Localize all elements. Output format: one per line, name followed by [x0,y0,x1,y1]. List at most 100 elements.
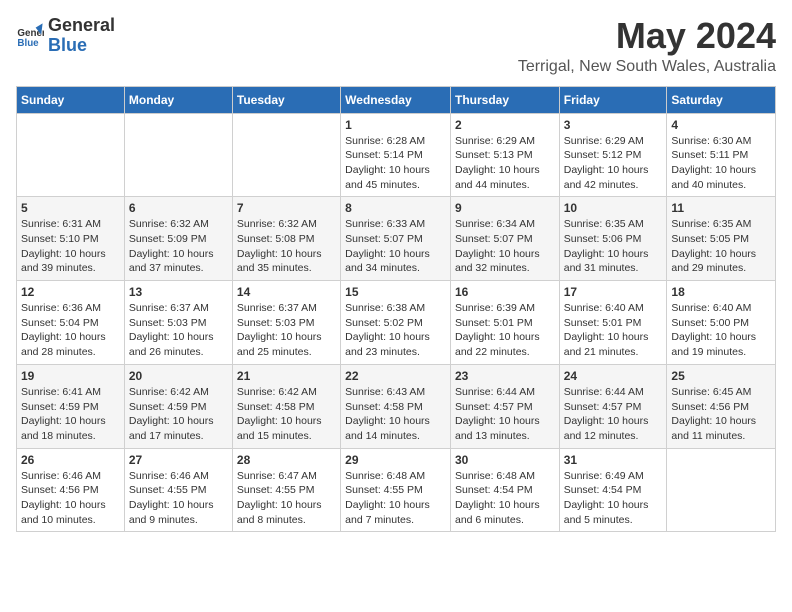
day-cell: 28 Sunrise: 6:47 AMSunset: 4:55 PMDayligh… [232,448,340,532]
day-detail: Sunrise: 6:40 AMSunset: 5:01 PMDaylight:… [564,301,663,360]
main-title: May 2024 [518,16,776,56]
calendar-table: SundayMondayTuesdayWednesdayThursdayFrid… [16,86,776,533]
day-number: 15 [345,285,446,299]
day-detail: Sunrise: 6:46 AMSunset: 4:56 PMDaylight:… [21,469,120,528]
day-cell: 20 Sunrise: 6:42 AMSunset: 4:59 PMDayligh… [124,364,232,448]
day-cell: 19 Sunrise: 6:41 AMSunset: 4:59 PMDayligh… [17,364,125,448]
day-cell: 18 Sunrise: 6:40 AMSunset: 5:00 PMDayligh… [667,281,776,365]
day-cell: 11Sunrise: 6:35 AMSunset: 5:05 PMDayligh… [667,197,776,281]
day-detail: Sunrise: 6:38 AMSunset: 5:02 PMDaylight:… [345,301,446,360]
day-number: 6 [129,201,228,215]
day-detail: Sunrise: 6:34 AMSunset: 5:07 PMDaylight:… [455,217,555,276]
day-number: 1 [345,118,446,132]
day-detail: Sunrise: 6:46 AMSunset: 4:55 PMDaylight:… [129,469,228,528]
day-cell: 25 Sunrise: 6:45 AMSunset: 4:56 PMDayligh… [667,364,776,448]
day-detail: Sunrise: 6:39 AMSunset: 5:01 PMDaylight:… [455,301,555,360]
day-detail: Sunrise: 6:28 AMSunset: 5:14 PMDaylight:… [345,134,446,193]
day-cell: 5 Sunrise: 6:31 AMSunset: 5:10 PMDaylight… [17,197,125,281]
header-row: SundayMondayTuesdayWednesdayThursdayFrid… [17,86,776,113]
day-detail: Sunrise: 6:49 AMSunset: 4:54 PMDaylight:… [564,469,663,528]
day-detail: Sunrise: 6:37 AMSunset: 5:03 PMDaylight:… [129,301,228,360]
header-col-sunday: Sunday [17,86,125,113]
day-cell: 29 Sunrise: 6:48 AMSunset: 4:55 PMDayligh… [341,448,451,532]
day-cell: 9Sunrise: 6:34 AMSunset: 5:07 PMDaylight… [450,197,559,281]
day-cell: 26 Sunrise: 6:46 AMSunset: 4:56 PMDayligh… [17,448,125,532]
day-number: 17 [564,285,663,299]
day-detail: Sunrise: 6:47 AMSunset: 4:55 PMDaylight:… [237,469,336,528]
day-number: 29 [345,453,446,467]
subtitle: Terrigal, New South Wales, Australia [518,58,776,76]
day-cell: 23 Sunrise: 6:44 AMSunset: 4:57 PMDayligh… [450,364,559,448]
day-number: 24 [564,369,663,383]
logo: General Blue General Blue [16,16,115,56]
day-detail: Sunrise: 6:40 AMSunset: 5:00 PMDaylight:… [671,301,771,360]
week-row-4: 19 Sunrise: 6:41 AMSunset: 4:59 PMDayligh… [17,364,776,448]
day-number: 18 [671,285,771,299]
day-detail: Sunrise: 6:43 AMSunset: 4:58 PMDaylight:… [345,385,446,444]
day-cell: 2Sunrise: 6:29 AMSunset: 5:13 PMDaylight… [450,113,559,197]
day-number: 5 [21,201,120,215]
day-number: 13 [129,285,228,299]
day-detail: Sunrise: 6:45 AMSunset: 4:56 PMDaylight:… [671,385,771,444]
header-col-thursday: Thursday [450,86,559,113]
day-number: 14 [237,285,336,299]
day-number: 11 [671,201,771,215]
day-number: 7 [237,201,336,215]
day-cell: 3Sunrise: 6:29 AMSunset: 5:12 PMDaylight… [559,113,667,197]
svg-text:Blue: Blue [17,38,39,49]
day-cell: 13 Sunrise: 6:37 AMSunset: 5:03 PMDayligh… [124,281,232,365]
day-detail: Sunrise: 6:41 AMSunset: 4:59 PMDaylight:… [21,385,120,444]
calendar-body: 1 Sunrise: 6:28 AMSunset: 5:14 PMDaylight… [17,113,776,532]
day-number: 10 [564,201,663,215]
day-number: 28 [237,453,336,467]
page-header: General Blue General Blue May 2024 Terri… [16,16,776,76]
title-section: May 2024 Terrigal, New South Wales, Aust… [518,16,776,76]
day-number: 8 [345,201,446,215]
week-row-3: 12Sunrise: 6:36 AMSunset: 5:04 PMDayligh… [17,281,776,365]
day-number: 16 [455,285,555,299]
logo-general-text: General [48,16,115,36]
day-cell: 7 Sunrise: 6:32 AMSunset: 5:08 PMDaylight… [232,197,340,281]
day-detail: Sunrise: 6:48 AMSunset: 4:55 PMDaylight:… [345,469,446,528]
day-cell [232,113,340,197]
day-cell: 14 Sunrise: 6:37 AMSunset: 5:03 PMDayligh… [232,281,340,365]
day-cell: 8 Sunrise: 6:33 AMSunset: 5:07 PMDaylight… [341,197,451,281]
day-detail: Sunrise: 6:31 AMSunset: 5:10 PMDaylight:… [21,217,120,276]
day-cell: 21 Sunrise: 6:42 AMSunset: 4:58 PMDayligh… [232,364,340,448]
day-detail: Sunrise: 6:37 AMSunset: 5:03 PMDaylight:… [237,301,336,360]
day-number: 30 [455,453,555,467]
day-number: 23 [455,369,555,383]
day-cell: 4Sunrise: 6:30 AMSunset: 5:11 PMDaylight… [667,113,776,197]
header-col-wednesday: Wednesday [341,86,451,113]
day-cell [17,113,125,197]
header-col-saturday: Saturday [667,86,776,113]
day-detail: Sunrise: 6:33 AMSunset: 5:07 PMDaylight:… [345,217,446,276]
day-number: 19 [21,369,120,383]
day-detail: Sunrise: 6:44 AMSunset: 4:57 PMDaylight:… [455,385,555,444]
week-row-2: 5 Sunrise: 6:31 AMSunset: 5:10 PMDaylight… [17,197,776,281]
header-col-monday: Monday [124,86,232,113]
day-detail: Sunrise: 6:42 AMSunset: 4:59 PMDaylight:… [129,385,228,444]
logo-icon: General Blue [16,22,44,50]
day-cell [667,448,776,532]
day-detail: Sunrise: 6:42 AMSunset: 4:58 PMDaylight:… [237,385,336,444]
day-cell: 12Sunrise: 6:36 AMSunset: 5:04 PMDayligh… [17,281,125,365]
day-cell: 27Sunrise: 6:46 AMSunset: 4:55 PMDayligh… [124,448,232,532]
day-cell: 30Sunrise: 6:48 AMSunset: 4:54 PMDayligh… [450,448,559,532]
day-detail: Sunrise: 6:29 AMSunset: 5:13 PMDaylight:… [455,134,555,193]
day-number: 12 [21,285,120,299]
day-cell: 31 Sunrise: 6:49 AMSunset: 4:54 PMDayligh… [559,448,667,532]
logo-blue-text: Blue [48,36,115,56]
day-number: 26 [21,453,120,467]
calendar-header: SundayMondayTuesdayWednesdayThursdayFrid… [17,86,776,113]
day-number: 21 [237,369,336,383]
day-detail: Sunrise: 6:32 AMSunset: 5:08 PMDaylight:… [237,217,336,276]
day-cell: 6Sunrise: 6:32 AMSunset: 5:09 PMDaylight… [124,197,232,281]
header-col-friday: Friday [559,86,667,113]
day-number: 20 [129,369,228,383]
day-number: 25 [671,369,771,383]
day-cell: 22Sunrise: 6:43 AMSunset: 4:58 PMDayligh… [341,364,451,448]
day-number: 31 [564,453,663,467]
day-cell: 16 Sunrise: 6:39 AMSunset: 5:01 PMDayligh… [450,281,559,365]
day-cell: 10Sunrise: 6:35 AMSunset: 5:06 PMDayligh… [559,197,667,281]
